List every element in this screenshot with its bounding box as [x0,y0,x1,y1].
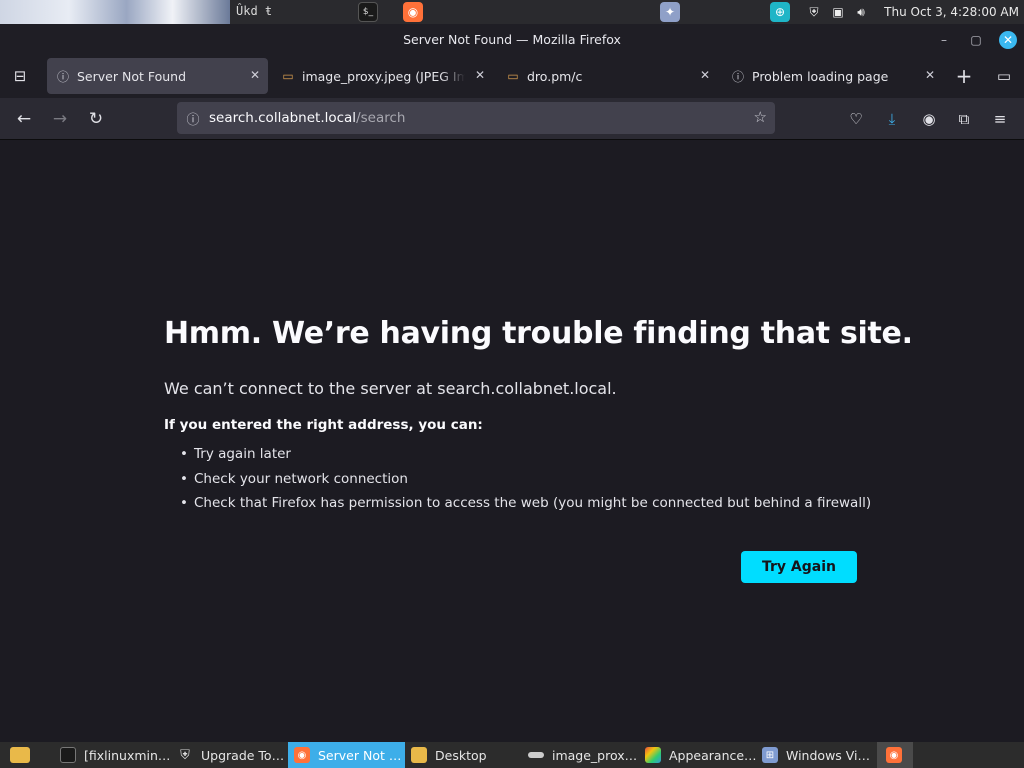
taskbar-item-appearance[interactable]: Appearance… [639,742,756,768]
tab-problem-loading[interactable]: ⓘ Problem loading page ✕ [722,58,943,94]
files-launcher[interactable] [4,742,38,768]
tab-label: image_proxy.jpeg (JPEG Ima [302,68,465,84]
clock[interactable]: Thu Oct 3, 4:28:00 AM [884,5,1019,19]
taskbar-item-terminal[interactable]: [fixlinuxmin… [54,742,171,768]
taskbar-item-label: [fixlinuxmin… [84,747,171,763]
menu-icon[interactable]: ≡ [986,105,1014,133]
tab-dro-pm[interactable]: ▭ dro.pm/c ✕ [497,58,718,94]
navigation-bar: ← → ↻ ⓘ search.collabnet.local/search ☆ … [0,98,1024,140]
app-launcher-icon[interactable]: ✦ [660,2,680,22]
bookmark-star-icon[interactable]: ☆ [754,108,767,126]
url-bar[interactable]: ⓘ search.collabnet.local/search ☆ [177,102,775,134]
taskbar-item-desktop[interactable]: Desktop [405,742,522,768]
notification-tray-icon[interactable]: ▣ [828,2,848,22]
shield-icon: ⛨ [180,747,190,763]
taskbar-item-image-viewer[interactable]: image_prox… [522,742,639,768]
tab-close-icon[interactable]: ✕ [925,68,935,82]
error-subheading: If you entered the right address, you ca… [164,417,483,433]
terminal-icon [60,747,76,763]
shield-tray-icon[interactable]: ⛨ [804,2,824,22]
image-viewer-icon [528,752,544,758]
extensions-icon[interactable]: ⧉ [950,105,978,133]
error-description: We can’t connect to the server at search… [164,379,617,398]
info-icon: ⓘ [56,69,69,84]
url-path: /search [356,110,406,126]
maximize-icon[interactable]: ▢ [967,31,985,49]
window-title: Server Not Found — Mozilla Firefox [403,31,621,47]
firefox-icon: ◉ [294,747,310,763]
page-content: Hmm. We’re having trouble finding that s… [0,140,1024,742]
firefox-icon: ◉ [886,747,902,763]
wallpaper-thumbnail [0,0,230,24]
terminal-launcher-icon[interactable]: $_ [358,2,378,22]
image-icon: ▭ [507,69,519,83]
top-system-panel: Ûkd ŧ $_ ◉ ✦ ⊕ ⛨ ▣ 🔊︎ Thu Oct 3, 4:28:00… [0,0,1024,24]
list-item: Check that Firefox has permission to acc… [180,495,871,520]
minimize-icon[interactable]: – [935,31,953,49]
tab-label: Problem loading page [752,68,889,84]
taskbar-item-label: Upgrade To… [201,747,285,763]
url-host: search.collabnet.local [209,110,357,126]
tab-close-icon[interactable]: ✕ [250,68,260,82]
downloads-icon[interactable]: ⤓ [878,105,906,133]
tab-label: dro.pm/c [527,68,583,84]
vpn-tray-icon[interactable]: ⊕ [770,2,790,22]
tab-close-icon[interactable]: ✕ [475,68,485,82]
panel-overlay-text: Ûkd ŧ [236,4,273,18]
volume-icon[interactable]: 🔊︎ [851,2,871,22]
taskbar-item-upgrade[interactable]: ⛨ Upgrade To… [171,742,288,768]
taskbar-item-label: Desktop [435,747,487,763]
taskbar-item-label: Appearance… [669,747,756,763]
taskbar-item-firefox[interactable]: ◉ Server Not … [288,742,405,768]
windows-icon: ⊞ [762,747,778,763]
appearance-icon [645,747,661,763]
info-icon: ⓘ [731,69,744,84]
taskbar-firefox-launcher[interactable]: ◉ [877,742,913,768]
tab-bar: ⊟ ⓘ Server Not Found ✕ ▭ image_proxy.jpe… [0,54,1024,98]
url-text[interactable]: search.collabnet.local/search [209,110,405,126]
list-item: Check your network connection [180,471,871,496]
suggestion-list: Try again later Check your network conne… [180,446,871,520]
firefox-view-icon[interactable]: ⊟ [6,62,34,90]
list-all-tabs-icon[interactable]: ▭ [990,62,1018,90]
pocket-icon[interactable]: ♡ [842,105,870,133]
error-title: Hmm. We’re having trouble finding that s… [164,316,913,351]
taskbar-item-label: image_prox… [552,747,638,763]
tab-label: Server Not Found [77,68,187,84]
taskbar: [fixlinuxmin… ⛨ Upgrade To… ◉ Server Not… [0,742,1024,768]
forward-icon[interactable]: → [46,105,74,133]
taskbar-item-label: Windows Vi… [786,747,871,763]
folder-icon [10,747,30,763]
image-icon: ▭ [282,69,294,83]
site-info-icon[interactable]: ⓘ [177,109,209,128]
reload-icon[interactable]: ↻ [82,105,110,133]
account-icon[interactable]: ◉ [915,105,943,133]
list-item: Try again later [180,446,871,471]
tab-image-proxy[interactable]: ▭ image_proxy.jpeg (JPEG Ima ✕ [272,58,493,94]
close-icon[interactable]: ✕ [999,31,1017,49]
try-again-button[interactable]: Try Again [741,551,857,583]
folder-icon [411,747,427,763]
taskbar-item-windows-vi[interactable]: ⊞ Windows Vi… [756,742,873,768]
window-title-bar: Server Not Found — Mozilla Firefox – ▢ ✕ [0,24,1024,54]
new-tab-icon[interactable]: + [950,62,978,90]
firefox-launcher-icon[interactable]: ◉ [403,2,423,22]
tab-server-not-found[interactable]: ⓘ Server Not Found ✕ [47,58,268,94]
back-icon[interactable]: ← [10,105,38,133]
taskbar-item-label: Server Not … [318,747,402,763]
tab-close-icon[interactable]: ✕ [700,68,710,82]
